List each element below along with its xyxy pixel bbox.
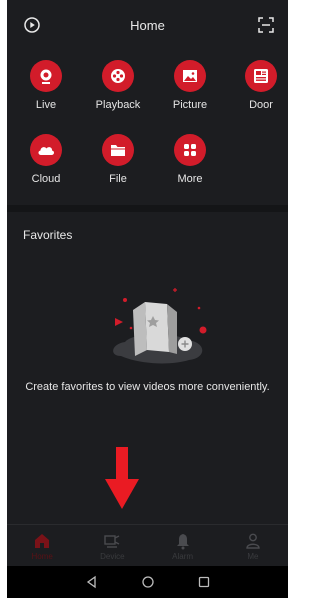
film-reel-icon (111, 69, 125, 83)
system-navigation-bar (7, 566, 288, 598)
door-intercom-icon (254, 69, 268, 83)
device-icon (104, 535, 120, 548)
grid-label: Live (35, 99, 57, 111)
arrow-down-icon (105, 447, 139, 509)
tab-alarm[interactable]: Alarm (148, 525, 218, 566)
door-button[interactable] (245, 60, 277, 92)
grid-label: Picture (172, 99, 208, 111)
grid-item-more[interactable]: More (155, 134, 225, 185)
bottom-tab-bar: Home Device Alarm Me (7, 524, 288, 566)
playback-history-icon[interactable] (23, 16, 41, 34)
home-icon (35, 534, 50, 548)
tab-me[interactable]: Me (218, 525, 288, 566)
grid-label: More (177, 173, 203, 185)
grid-label: File (109, 173, 127, 185)
favorites-empty-message: Create favorites to view videos more con… (25, 381, 270, 393)
live-button[interactable] (30, 60, 62, 92)
tab-label: Device (100, 552, 125, 561)
favorites-title: Favorites (23, 228, 73, 242)
picture-button[interactable] (174, 60, 206, 92)
back-icon[interactable] (85, 575, 99, 589)
tab-home[interactable]: Home (7, 525, 77, 566)
person-icon (246, 533, 260, 549)
scan-icon[interactable] (258, 17, 274, 33)
picture-icon (183, 70, 197, 82)
folder-icon (111, 145, 125, 156)
grid-item-live[interactable]: Live (11, 60, 81, 111)
grid-item-file[interactable]: File (83, 134, 153, 185)
home-circle-icon[interactable] (141, 575, 155, 589)
playback-button[interactable] (102, 60, 134, 92)
app-screen: Home Live Playback Picture Door Cloud Fi… (7, 0, 288, 598)
cloud-button[interactable] (30, 134, 62, 166)
grid-item-cloud[interactable]: Cloud (11, 134, 81, 185)
bell-icon (176, 534, 189, 550)
camera-icon (40, 69, 52, 84)
grid-label: Playback (95, 99, 141, 111)
tab-label: Alarm (172, 552, 194, 561)
grid-label: Door (249, 99, 273, 111)
page-title: Home (130, 17, 165, 33)
section-divider (7, 205, 288, 212)
more-button[interactable] (174, 134, 206, 166)
tab-label: Home (31, 552, 53, 561)
grid-dots-icon (184, 144, 196, 156)
grid-label: Cloud (31, 173, 61, 185)
tab-device[interactable]: Device (77, 525, 147, 566)
recents-icon[interactable] (197, 575, 211, 589)
grid-item-door[interactable]: Door (226, 60, 288, 111)
grid-item-playback[interactable]: Playback (83, 60, 153, 111)
tab-label: Me (247, 552, 259, 561)
grid-item-picture[interactable]: Picture (155, 60, 225, 111)
top-bar: Home (7, 6, 288, 44)
file-button[interactable] (102, 134, 134, 166)
empty-favorites-illustration (113, 288, 207, 364)
cloud-icon (38, 147, 55, 155)
